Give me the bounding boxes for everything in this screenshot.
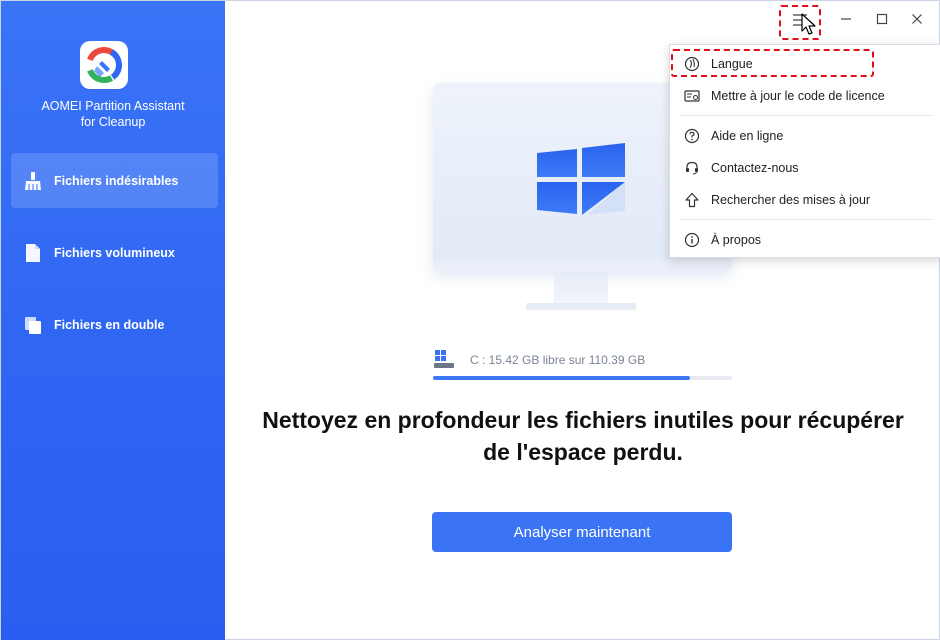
info-icon [683, 231, 701, 249]
sidebar-item-large-files[interactable]: Fichiers volumineux [11, 225, 218, 280]
disk-usage-label: C : 15.42 GB libre sur 110.39 GB [470, 353, 646, 367]
menu-item-check-updates[interactable]: Rechercher des mises à jour [670, 185, 940, 215]
headline-line2: de l'espace perdu. [483, 439, 683, 465]
broom-icon [22, 170, 44, 192]
sidebar-item-duplicate-files[interactable]: Fichiers en double [11, 297, 218, 352]
disk-icon [433, 349, 455, 374]
app-name-line1: AOMEI Partition Assistant [41, 99, 185, 113]
menu-item-contact-us[interactable]: Contactez-nous [670, 153, 940, 183]
menu-separator [680, 115, 932, 116]
minimize-icon [840, 12, 852, 30]
maximize-button[interactable] [869, 9, 895, 33]
file-icon [22, 242, 44, 264]
menu-item-label: Rechercher des mises à jour [711, 193, 871, 207]
mouse-cursor-icon [801, 13, 817, 42]
monitor-stand-base [526, 303, 636, 310]
sidebar: AOMEI Partition Assistant for Cleanup Fi… [1, 1, 225, 640]
maximize-icon [876, 12, 888, 30]
sidebar-item-label: Fichiers volumineux [54, 245, 175, 260]
windows-logo-icon [535, 141, 627, 222]
license-icon [683, 87, 701, 105]
sidebar-item-label: Fichiers indésirables [54, 173, 179, 188]
close-button[interactable] [904, 9, 930, 33]
disk-usage-bar [433, 376, 732, 380]
headline-line1: Nettoyez en profondeur les fichiers inut… [262, 407, 904, 433]
sidebar-item-label: Fichiers en double [54, 317, 165, 332]
menu-item-label: À propos [711, 233, 762, 247]
help-icon [683, 127, 701, 145]
menu-item-label: Langue [711, 57, 753, 71]
menu-item-label: Mettre à jour le code de licence [711, 89, 885, 103]
sidebar-item-junk-files[interactable]: Fichiers indésirables [11, 153, 218, 208]
app-window: AOMEI Partition Assistant for Cleanup Fi… [0, 0, 940, 640]
app-logo [80, 41, 128, 89]
menu-item-label: Contactez-nous [711, 161, 799, 175]
close-icon [911, 12, 923, 30]
language-icon [683, 55, 701, 73]
menu-item-language[interactable]: Langue [670, 49, 940, 79]
app-name-line2: for Cleanup [80, 115, 146, 129]
menu-item-label: Aide en ligne [711, 129, 784, 143]
monitor-stand [554, 271, 608, 304]
menu-item-update-license[interactable]: Mettre à jour le code de licence [670, 81, 940, 111]
duplicate-files-icon [22, 314, 44, 336]
monitor-bezel [433, 259, 731, 271]
scan-now-button[interactable]: Analyser maintenant [432, 512, 732, 552]
menu-separator [680, 219, 932, 220]
settings-dropdown-menu: Langue Mettre à jour le code de licence [669, 44, 940, 258]
minimize-button[interactable] [833, 9, 859, 33]
disk-usage-fill [433, 376, 691, 380]
headset-icon [683, 159, 701, 177]
menu-item-about[interactable]: À propos [670, 225, 940, 255]
menu-item-online-help[interactable]: Aide en ligne [670, 121, 940, 151]
update-arrow-icon [683, 191, 701, 209]
